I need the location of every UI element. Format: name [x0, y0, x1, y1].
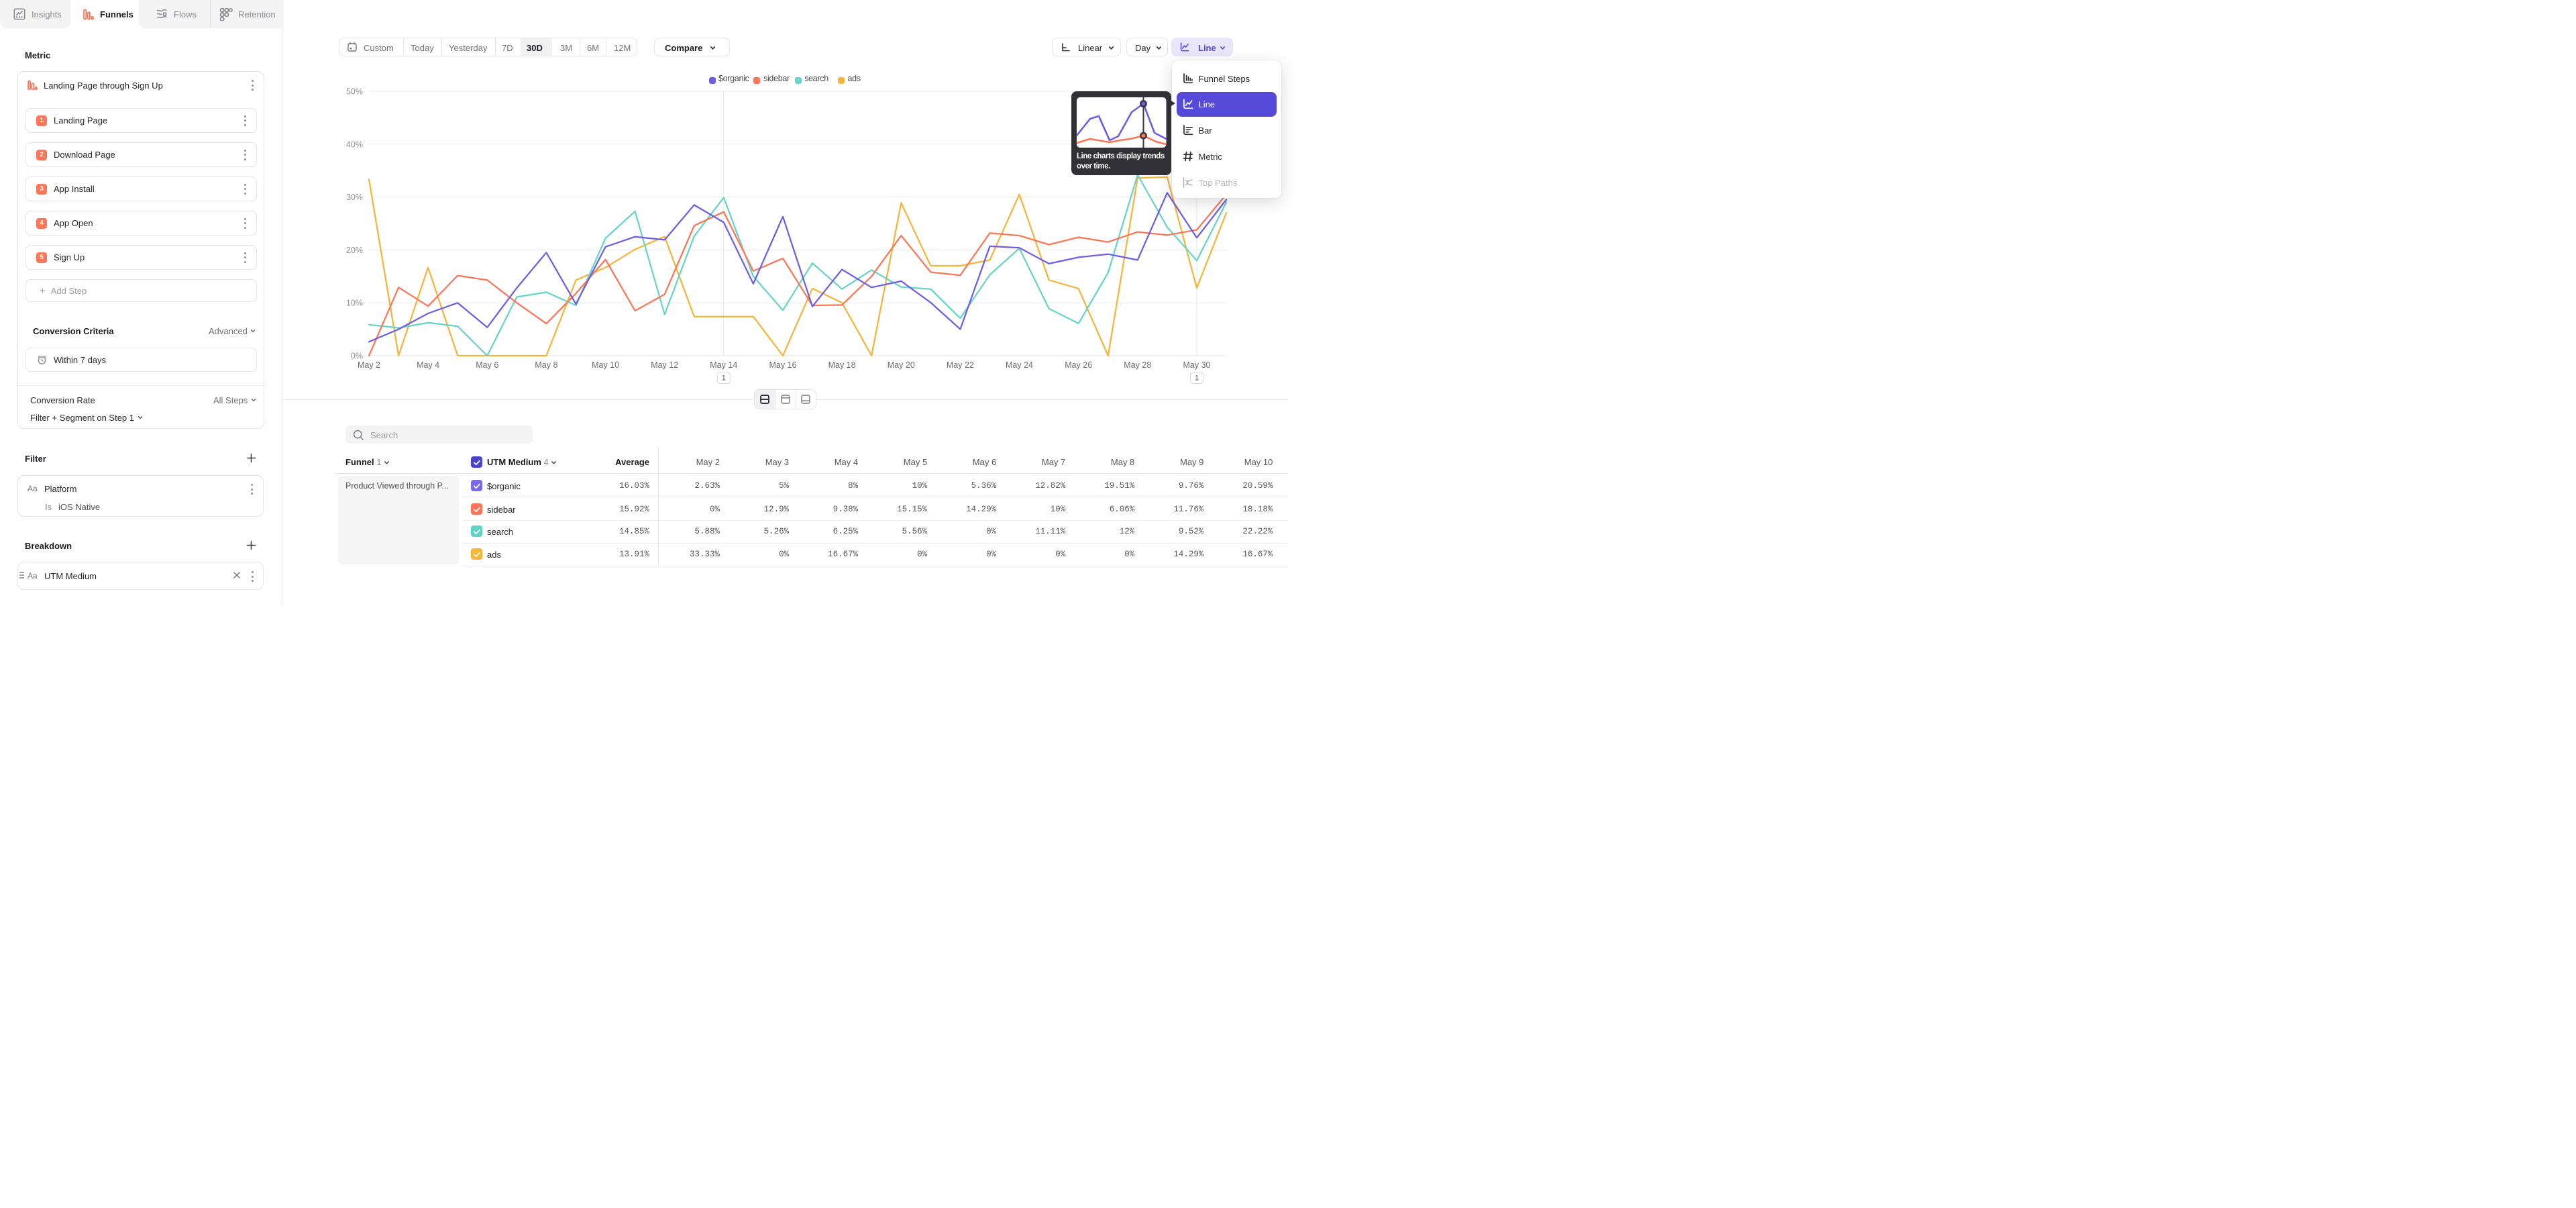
svg-text:May 24: May 24	[1006, 360, 1033, 370]
svg-text:0%: 0%	[351, 352, 363, 361]
svg-text:20%: 20%	[346, 246, 363, 255]
svg-text:May 16: May 16	[769, 360, 797, 370]
svg-text:May 18: May 18	[828, 360, 856, 370]
svg-text:50%: 50%	[346, 87, 363, 97]
svg-text:10%: 10%	[346, 299, 363, 308]
svg-text:May 20: May 20	[888, 360, 915, 370]
svg-text:May 26: May 26	[1065, 360, 1092, 370]
svg-text:May 8: May 8	[535, 360, 557, 370]
svg-text:May 22: May 22	[947, 360, 974, 370]
svg-text:May 28: May 28	[1124, 360, 1151, 370]
svg-text:1: 1	[1195, 374, 1199, 383]
svg-text:40%: 40%	[346, 140, 363, 149]
svg-text:May 4: May 4	[417, 360, 439, 370]
svg-text:May 6: May 6	[476, 360, 498, 370]
svg-text:1: 1	[722, 374, 726, 383]
svg-text:May 30: May 30	[1183, 360, 1211, 370]
svg-text:30%: 30%	[346, 193, 363, 202]
svg-text:May 14: May 14	[710, 360, 737, 370]
svg-text:May 2: May 2	[358, 360, 380, 370]
svg-text:May 10: May 10	[592, 360, 619, 370]
svg-text:May 12: May 12	[651, 360, 678, 370]
